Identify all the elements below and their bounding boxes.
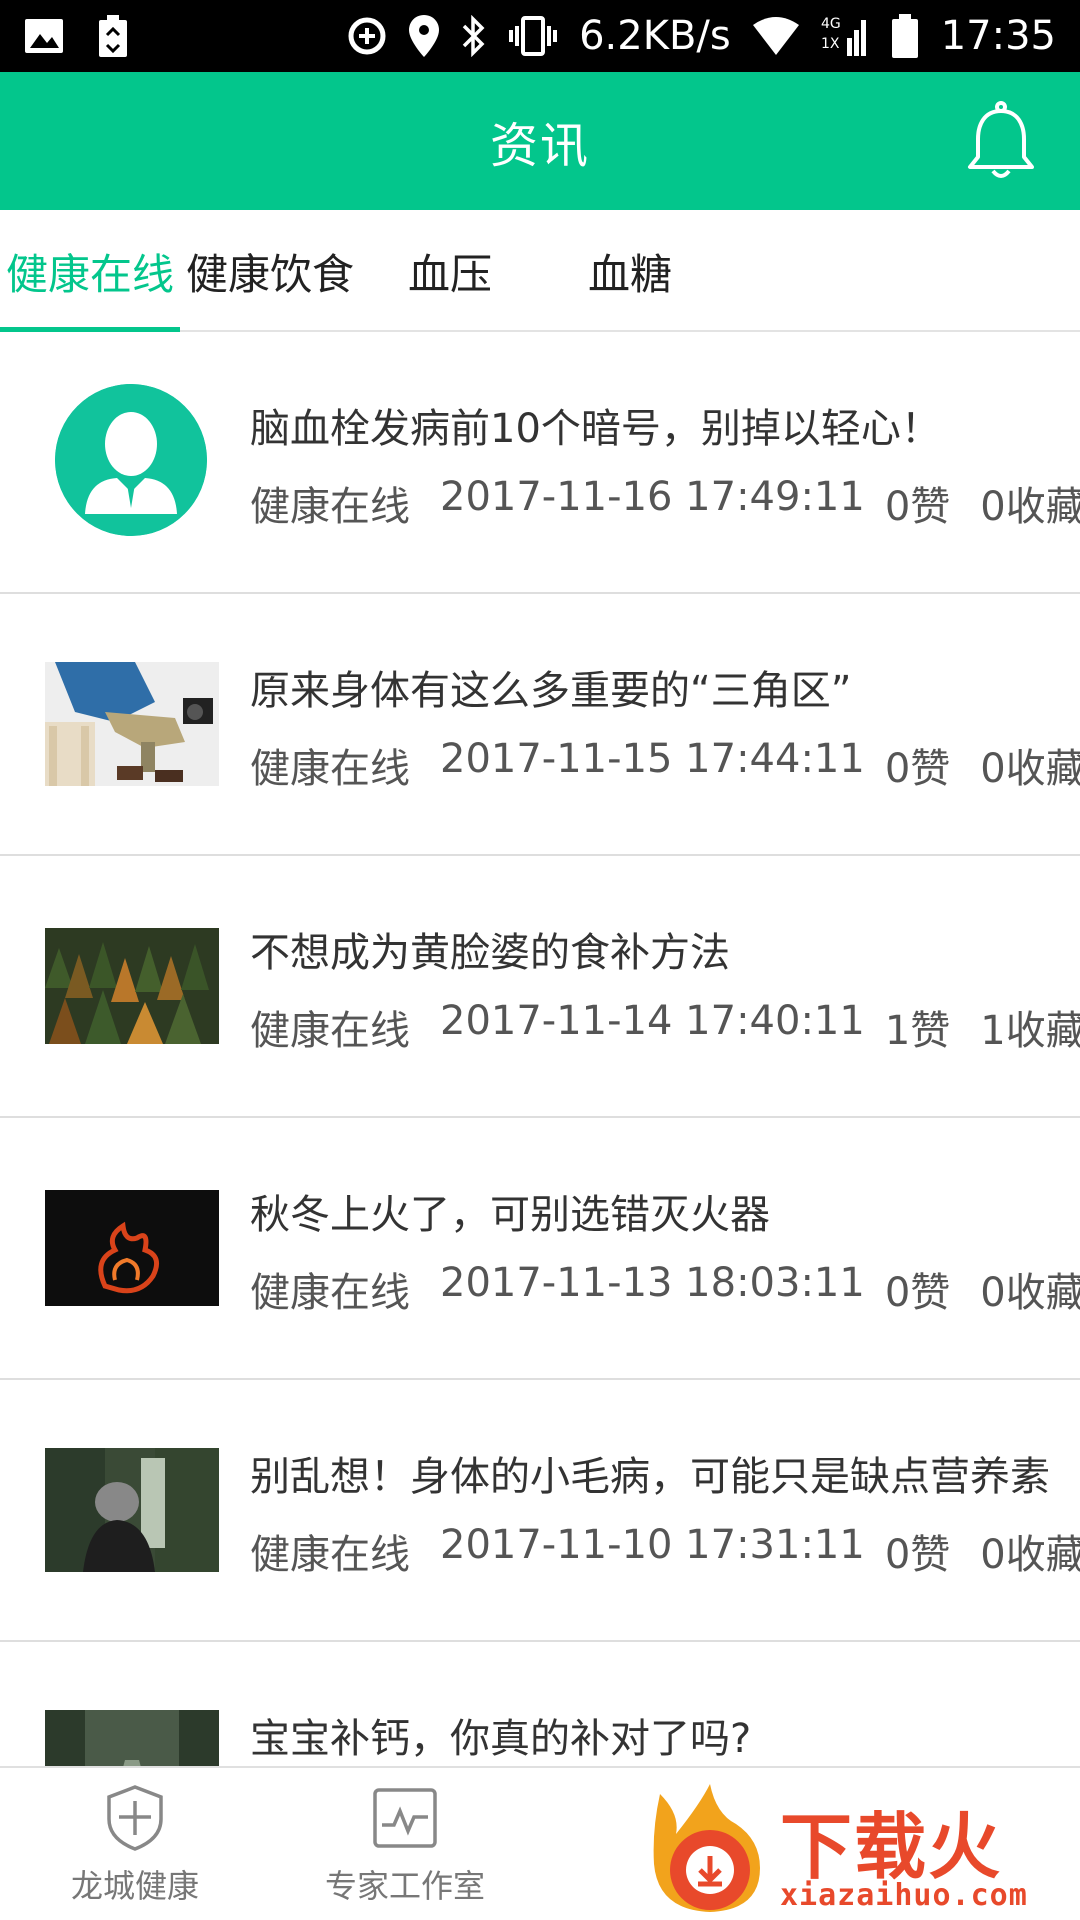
- news-item[interactable]: 宝宝补钙，你真的补对了吗?: [0, 1642, 1080, 1768]
- news-thumbnail: [45, 928, 219, 1044]
- category-tabs: 健康在线 健康饮食 血压 血糖: [0, 210, 1080, 332]
- news-likes: 0赞: [884, 746, 951, 792]
- news-source: 健康在线: [250, 746, 410, 792]
- signal-icon: 4G 1X: [821, 14, 869, 58]
- flame-logo-icon: [653, 1784, 760, 1912]
- news-thumbnail: [55, 384, 207, 536]
- screen: 6.2KB/s 4G 1X 17:35 资讯 健康在线 健康饮食 血压 血糖 脑…: [0, 0, 1080, 1920]
- news-source: 健康在线: [250, 1532, 410, 1578]
- news-title: 脑血栓发病前10个暗号，别掉以轻心！: [250, 406, 941, 452]
- tab-health-online[interactable]: 健康在线: [0, 210, 180, 332]
- news-favorites: 0收藏: [980, 746, 1080, 792]
- bell-icon: [968, 101, 1034, 178]
- news-time: 2017-11-14 17:40:11: [440, 998, 865, 1044]
- image-icon: [24, 18, 64, 54]
- news-item[interactable]: 秋冬上火了，可别选错灭火器 健康在线 2017-11-13 18:03:11 0…: [0, 1118, 1080, 1380]
- data-saver-icon: [347, 16, 387, 56]
- news-time: 2017-11-15 17:44:11: [440, 736, 865, 782]
- news-title: 宝宝补钙，你真的补对了吗?: [250, 1716, 752, 1762]
- network-speed: 6.2KB/s: [579, 13, 731, 59]
- news-title: 不想成为黄脸婆的食补方法: [250, 930, 730, 976]
- news-thumbnail: [45, 662, 219, 786]
- nav-label: 专家工作室: [324, 1867, 485, 1905]
- news-thumbnail: [45, 1190, 219, 1306]
- news-favorites: 0收藏: [980, 484, 1080, 530]
- news-source: 健康在线: [250, 1008, 410, 1054]
- news-title: 别乱想！身体的小毛病，可能只是缺点营养素: [250, 1454, 1050, 1500]
- news-time: 2017-11-16 17:49:11: [440, 474, 865, 520]
- news-meta: 健康在线 2017-11-10 17:31:11 0赞 0收藏: [250, 1522, 1080, 1580]
- news-likes: 1赞: [884, 1008, 951, 1054]
- news-meta: 健康在线 2017-11-16 17:49:11 0赞 0收藏: [250, 474, 1080, 532]
- news-likes: 0赞: [884, 1270, 951, 1316]
- news-item[interactable]: 原来身体有这么多重要的“三角区” 健康在线 2017-11-15 17:44:1…: [0, 594, 1080, 856]
- news-item[interactable]: 脑血栓发病前10个暗号，别掉以轻心！ 健康在线 2017-11-16 17:49…: [0, 332, 1080, 594]
- news-thumbnail: [45, 1710, 219, 1768]
- news-item[interactable]: 不想成为黄脸婆的食补方法 健康在线 2017-11-14 17:40:11 1赞…: [0, 856, 1080, 1118]
- battery-icon: [891, 14, 919, 58]
- nav-item-expert-studio[interactable]: 专家工作室: [270, 1768, 540, 1920]
- news-time: 2017-11-13 18:03:11: [440, 1260, 865, 1306]
- nav-label: 龙城健康: [70, 1867, 199, 1905]
- clock: 17:35: [940, 13, 1056, 59]
- watermark-url: xiazaihuo.com: [780, 1878, 1028, 1913]
- tab-blood-sugar[interactable]: 血糖: [540, 210, 720, 332]
- page-title: 资讯: [489, 118, 590, 174]
- news-time: 2017-11-10 17:31:11: [440, 1522, 865, 1568]
- news-likes: 0赞: [884, 484, 951, 530]
- news-title: 秋冬上火了，可别选错灭火器: [250, 1192, 770, 1238]
- vibrate-icon: [509, 16, 558, 56]
- notification-button[interactable]: [958, 98, 1044, 184]
- news-list[interactable]: 脑血栓发病前10个暗号，别掉以轻心！ 健康在线 2017-11-16 17:49…: [0, 332, 1080, 1768]
- location-icon: [409, 15, 440, 57]
- tab-healthy-diet[interactable]: 健康饮食: [180, 210, 360, 332]
- app-bar: 资讯: [0, 72, 1080, 210]
- nav-item-longcheng-health[interactable]: 龙城健康: [0, 1768, 270, 1920]
- svg-text:1X: 1X: [821, 36, 840, 52]
- news-meta: 健康在线 2017-11-13 18:03:11 0赞 0收藏: [250, 1260, 1080, 1318]
- shield-cross-icon: [100, 1783, 170, 1853]
- svg-text:4G: 4G: [821, 16, 841, 32]
- news-meta: 健康在线 2017-11-15 17:44:11 0赞 0收藏: [250, 736, 1080, 794]
- heartbeat-monitor-icon: [370, 1783, 440, 1853]
- news-source: 健康在线: [250, 1270, 410, 1316]
- bluetooth-icon: [461, 15, 487, 57]
- news-likes: 0赞: [884, 1532, 951, 1578]
- wifi-icon: [752, 17, 799, 55]
- news-title: 原来身体有这么多重要的“三角区”: [250, 668, 852, 714]
- watermark-logo: 下载火 xiazaihuo.com: [640, 1780, 1080, 1920]
- news-meta: 健康在线 2017-11-14 17:40:11 1赞 1收藏: [250, 998, 1080, 1056]
- status-bar: 6.2KB/s 4G 1X 17:35: [0, 0, 1080, 72]
- news-item[interactable]: 别乱想！身体的小毛病，可能只是缺点营养素 健康在线 2017-11-10 17:…: [0, 1380, 1080, 1642]
- news-favorites: 0收藏: [980, 1270, 1080, 1316]
- news-favorites: 1收藏: [980, 1008, 1080, 1054]
- news-source: 健康在线: [250, 484, 410, 530]
- avatar-icon: [55, 384, 207, 536]
- tab-blood-pressure[interactable]: 血压: [360, 210, 540, 332]
- news-favorites: 0收藏: [980, 1532, 1080, 1578]
- news-thumbnail: [45, 1448, 219, 1572]
- battery-saver-icon: [98, 15, 128, 57]
